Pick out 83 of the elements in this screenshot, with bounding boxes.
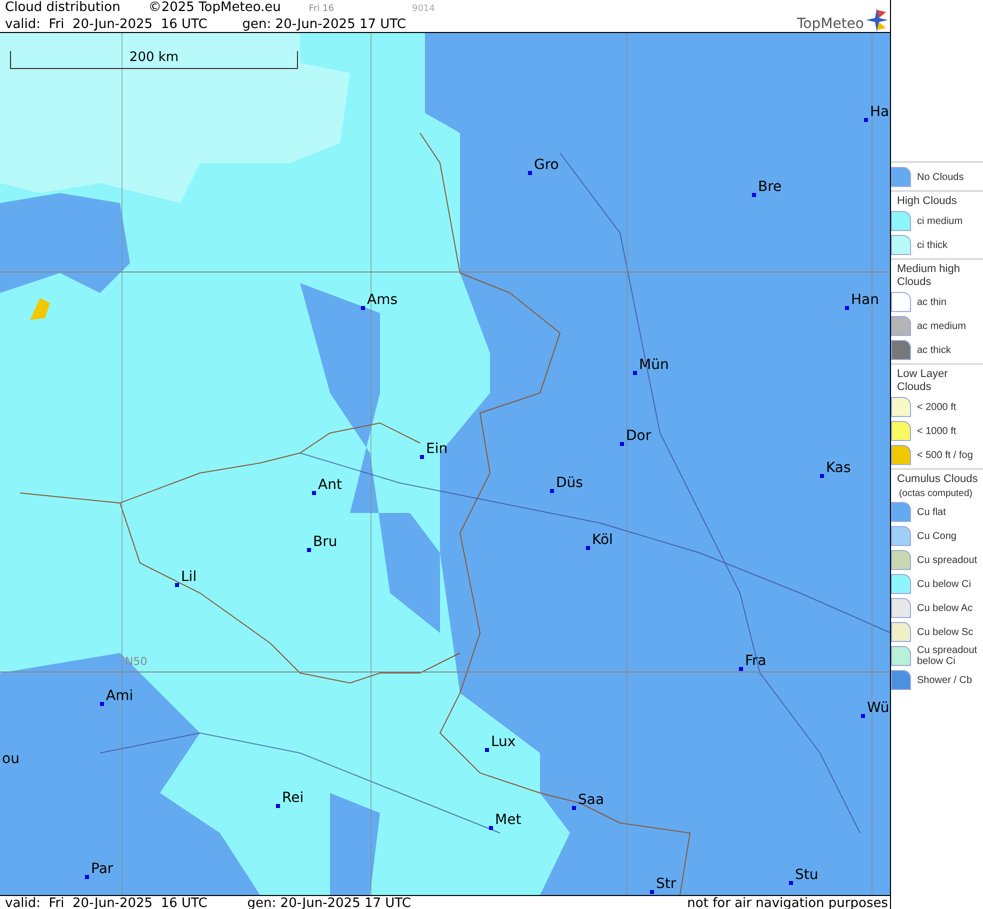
city-marker xyxy=(789,881,793,885)
city-label: Köl xyxy=(592,533,613,547)
city-label: Dor xyxy=(626,429,652,443)
city-marker xyxy=(752,193,756,197)
legend-label: No Clouds xyxy=(917,172,964,182)
city-label: Bre xyxy=(758,180,782,194)
city-marker xyxy=(312,491,316,495)
legend-label: ci medium xyxy=(917,216,963,226)
city-marker xyxy=(739,667,743,671)
city-marker xyxy=(420,455,424,459)
city-marker xyxy=(572,806,576,810)
map-title: Cloud distribution xyxy=(5,0,120,16)
city-marker xyxy=(175,583,179,587)
city-label: Gro xyxy=(534,158,559,172)
city-marker xyxy=(100,702,104,706)
valid-time: valid: Fri 20-Jun-2025 16 UTC xyxy=(5,896,208,909)
city-label: Ein xyxy=(426,442,448,456)
city-label: ou xyxy=(2,752,20,766)
legend-label: Shower / Cb xyxy=(917,674,972,686)
city-marker xyxy=(620,442,624,446)
city-label: Saa xyxy=(578,793,604,807)
day-label: Fri 16 xyxy=(308,3,334,16)
city-marker xyxy=(633,371,637,375)
valid-time: valid: Fri 20-Jun-2025 16 UTC xyxy=(5,17,208,33)
city-label: Han xyxy=(851,293,879,307)
city-label: Par xyxy=(91,862,114,876)
legend-label: < 2000 ft xyxy=(917,402,956,412)
legend-label: ac thin xyxy=(917,296,946,308)
city-marker xyxy=(820,474,824,478)
legend-label: < 1000 ft xyxy=(917,426,956,436)
legend-heading: Medium high Clouds xyxy=(896,263,961,289)
legend-label: ci thick xyxy=(917,240,948,250)
compass-star-icon xyxy=(866,8,888,32)
legend-label: ac thick xyxy=(917,344,951,356)
legend-label: ac medium xyxy=(917,320,966,332)
city-label: Str xyxy=(656,877,676,891)
city-marker xyxy=(485,748,489,752)
city-label: Ant xyxy=(318,478,342,492)
city-label: Bru xyxy=(313,535,338,549)
city-marker xyxy=(845,306,849,310)
city-label: Stu xyxy=(795,868,818,882)
city-label: Ha xyxy=(870,105,890,119)
legend-label: Cu below Sc xyxy=(917,626,974,638)
city-label: Wü xyxy=(867,701,890,715)
city-label: Ami xyxy=(106,689,134,703)
city-marker xyxy=(861,714,865,718)
city-label: Lil xyxy=(181,570,197,584)
scale-bar: 200 km xyxy=(10,51,298,69)
legend-label: < 500 ft / fog xyxy=(917,450,973,460)
legend-label: Cu below Ac xyxy=(917,602,973,614)
legend-label: Cu below Ci xyxy=(917,578,971,590)
city-marker xyxy=(307,548,311,552)
generated-time: gen: 20-Jun-2025 17 UTC xyxy=(242,17,406,33)
logo-text: TopMeteo xyxy=(797,16,864,32)
legend-label: Cu spreadout below Ci xyxy=(917,645,978,667)
city-label: Düs xyxy=(556,476,583,490)
city-label: Rei xyxy=(282,791,304,805)
legend-label: Cu flat xyxy=(917,506,946,518)
city-label: Ams xyxy=(367,293,398,307)
disclaimer-text: not for air navigation purposes xyxy=(687,896,888,909)
legend-heading: High Clouds xyxy=(896,195,958,208)
code-label: 9014 xyxy=(412,3,435,16)
city-marker xyxy=(276,804,280,808)
city-marker xyxy=(85,875,89,879)
legend-heading: Low Layer Clouds xyxy=(896,368,949,394)
legend-subheading: (octas computed) xyxy=(898,488,974,499)
city-marker xyxy=(864,118,868,122)
legend-label: Cu Cong xyxy=(917,530,956,542)
legend-label: Cu spreadout xyxy=(917,554,978,566)
copyright-text: ©2025 TopMeteo.eu xyxy=(148,0,281,16)
city-marker xyxy=(361,306,365,310)
city-marker xyxy=(586,546,590,550)
city-marker xyxy=(650,890,654,894)
city-marker xyxy=(550,489,554,493)
city-label: Fra xyxy=(745,654,766,668)
city-label: Mün xyxy=(639,358,669,372)
city-label: Kas xyxy=(826,461,851,475)
legend-heading: Cumulus Clouds xyxy=(896,473,979,486)
generated-time: gen: 20-Jun-2025 17 UTC xyxy=(247,896,411,909)
city-marker xyxy=(489,826,493,830)
city-label: Met xyxy=(495,813,522,827)
city-label: Lux xyxy=(491,735,516,749)
city-marker xyxy=(528,171,532,175)
